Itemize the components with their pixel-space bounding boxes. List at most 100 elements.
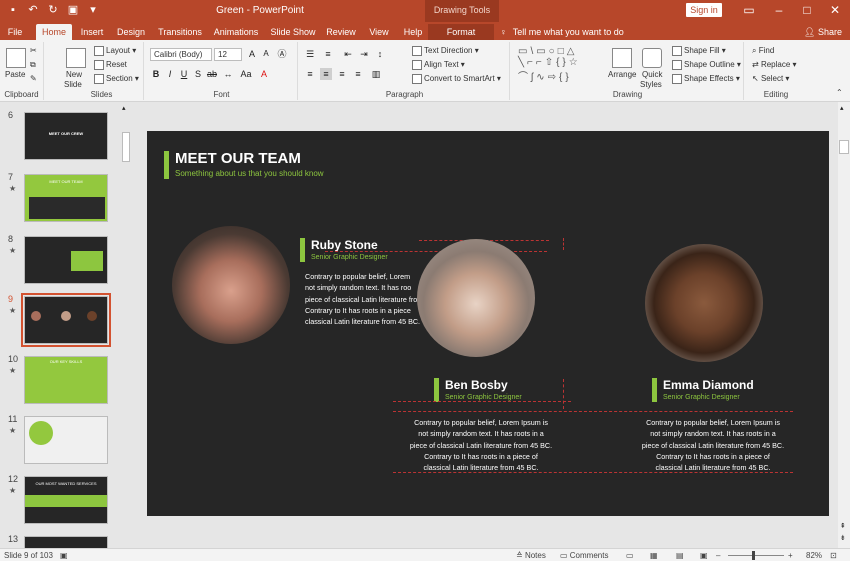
change-case-icon[interactable]: Aa <box>240 68 252 80</box>
collapse-ribbon-icon[interactable]: ⌃ <box>836 88 843 97</box>
maximize-icon[interactable]: □ <box>800 3 814 17</box>
new-slide-label-1[interactable]: New <box>66 70 82 79</box>
slide-scrollbar[interactable]: ▴ ⇞ ⇟ <box>838 102 850 548</box>
spellcheck-icon[interactable]: ▣ <box>60 551 68 560</box>
section-button[interactable]: Section ▾ <box>94 74 139 84</box>
slide-thumbnail[interactable] <box>24 236 108 284</box>
font-color-icon[interactable]: A <box>258 68 270 80</box>
previous-slide-icon[interactable]: ⇞ <box>840 522 846 530</box>
quick-styles-label-2[interactable]: Styles <box>640 80 662 89</box>
convert-smartart-button[interactable]: Convert to SmartArt ▾ <box>412 74 501 84</box>
tab-help[interactable]: Help <box>400 24 426 40</box>
tab-review[interactable]: Review <box>324 24 358 40</box>
slide-thumbnails-pane[interactable]: 6 MEET OUR CREW 7 ★ MEET OUR TEAM 8 ★ 9 … <box>0 102 134 548</box>
zoom-slider-thumb[interactable] <box>752 551 755 560</box>
decrease-indent-icon[interactable]: ⇤ <box>342 48 354 60</box>
font-size-select[interactable]: 12 <box>214 48 242 61</box>
zoom-level[interactable]: 82% <box>806 551 822 560</box>
normal-view-icon[interactable]: ▭ <box>626 551 634 560</box>
slide-thumbnail-selected[interactable] <box>21 293 111 347</box>
char-spacing-icon[interactable]: ↔ <box>222 68 234 80</box>
member-role[interactable]: Senior Graphic Designer <box>663 394 740 401</box>
slide-sorter-icon[interactable]: ▦ <box>650 551 658 560</box>
text-direction-button[interactable]: Text Direction ▾ <box>412 46 479 56</box>
select-button[interactable]: ↖ Select ▾ <box>752 74 789 83</box>
tab-format[interactable]: Format <box>428 24 494 40</box>
align-text-button[interactable]: Align Text ▾ <box>412 60 465 70</box>
format-painter-icon[interactable]: ✎ <box>30 74 37 83</box>
slide-title[interactable]: MEET OUR TEAM <box>175 150 301 167</box>
new-slide-label-2[interactable]: Slide <box>64 80 82 89</box>
quick-styles-icon[interactable] <box>642 48 662 68</box>
sign-in-button[interactable]: Sign in <box>686 3 722 17</box>
justify-icon[interactable]: ≡ <box>352 68 364 80</box>
tab-transitions[interactable]: Transitions <box>156 24 204 40</box>
align-left-icon[interactable]: ≡ <box>304 68 316 80</box>
team-photo-ruby[interactable] <box>172 226 290 344</box>
clear-format-icon[interactable]: Ⓐ <box>276 48 288 60</box>
tab-file[interactable]: File <box>4 24 26 40</box>
member-name[interactable]: Ben Bosby <box>445 378 508 392</box>
grow-font-icon[interactable]: A <box>246 48 258 60</box>
reading-view-icon[interactable]: ▤ <box>676 551 684 560</box>
zoom-out-icon[interactable]: – <box>716 551 720 560</box>
next-slide-icon[interactable]: ⇟ <box>840 534 846 542</box>
find-button[interactable]: ⌕ Find <box>752 46 774 56</box>
slide-thumbnail[interactable]: OUR KEY SKILLS <box>24 356 108 404</box>
slide-thumbnail[interactable]: OUR MOST WANTED SERVICES <box>24 476 108 524</box>
bold-icon[interactable]: B <box>150 68 162 80</box>
shadow-icon[interactable]: S <box>192 68 204 80</box>
shapes-gallery[interactable]: ▭\▭○□△ ╲⌐⌐⇧{}☆ ⌒ʃ∿⇨{} <box>518 46 581 83</box>
scrollbar-thumb[interactable] <box>122 132 130 162</box>
comments-button[interactable]: ▭ Comments <box>560 551 608 560</box>
tell-me-search[interactable]: ♀ Tell me what you want to do <box>500 24 624 40</box>
reset-button[interactable]: Reset <box>94 60 127 70</box>
minimize-icon[interactable]: – <box>772 3 786 17</box>
shape-outline-button[interactable]: Shape Outline ▾ <box>672 60 741 70</box>
line-spacing-icon[interactable]: ↕ <box>374 48 386 60</box>
font-family-select[interactable]: Calibri (Body) <box>150 48 212 61</box>
new-slide-icon[interactable] <box>66 48 86 68</box>
tab-view[interactable]: View <box>366 24 392 40</box>
increase-indent-icon[interactable]: ⇥ <box>358 48 370 60</box>
fit-slide-icon[interactable]: ⊡ <box>830 551 837 560</box>
member-bio[interactable]: Contrary to popular belief, Lorem Ipsum … <box>623 417 803 473</box>
zoom-in-icon[interactable]: + <box>788 551 793 560</box>
member-bio[interactable]: Contrary to popular belief, Lorem Ipsum … <box>385 417 577 473</box>
member-bio[interactable]: Contrary to popular belief, Lorem not si… <box>305 271 425 327</box>
bullets-icon[interactable]: ☰ <box>304 48 316 60</box>
slide-thumbnail[interactable]: MEET OUR TEAM <box>24 174 108 222</box>
member-name[interactable]: Emma Diamond <box>663 378 754 392</box>
zoom-slider[interactable] <box>728 555 784 556</box>
columns-icon[interactable]: ▥ <box>370 68 382 80</box>
team-photo-emma[interactable] <box>645 244 763 362</box>
align-center-icon[interactable]: ≡ <box>320 68 332 80</box>
share-button[interactable]: 👤︎ Share <box>804 24 842 40</box>
thumbnails-scrollbar[interactable]: ▴ <box>120 102 132 548</box>
tab-home[interactable]: Home <box>36 24 72 40</box>
numbering-icon[interactable]: ≡ <box>322 48 334 60</box>
tab-animations[interactable]: Animations <box>212 24 260 40</box>
tab-slide-show[interactable]: Slide Show <box>270 24 316 40</box>
copy-icon[interactable]: ⧉ <box>30 60 36 70</box>
underline-icon[interactable]: U <box>178 68 190 80</box>
shape-effects-button[interactable]: Shape Effects ▾ <box>672 74 740 84</box>
close-icon[interactable]: ✕ <box>828 3 842 17</box>
slide-subtitle[interactable]: Something about us that you should know <box>175 169 324 178</box>
member-role[interactable]: Senior Graphic Designer <box>311 254 388 261</box>
paste-icon[interactable] <box>6 48 26 68</box>
slideshow-view-icon[interactable]: ▣ <box>700 551 708 560</box>
replace-button[interactable]: ⇄ Replace ▾ <box>752 60 797 69</box>
quick-styles-label-1[interactable]: Quick <box>642 70 662 79</box>
align-right-icon[interactable]: ≡ <box>336 68 348 80</box>
team-photo-ben[interactable] <box>417 239 535 357</box>
scroll-up-icon[interactable]: ▴ <box>840 104 844 112</box>
strikethrough-icon[interactable]: ab <box>206 68 218 80</box>
slide-thumbnail[interactable] <box>24 536 108 548</box>
slide-canvas[interactable]: MEET OUR TEAM Something about us that yo… <box>147 131 829 516</box>
italic-icon[interactable]: I <box>164 68 176 80</box>
tab-insert[interactable]: Insert <box>76 24 108 40</box>
arrange-icon[interactable] <box>612 48 632 68</box>
cut-icon[interactable]: ✂ <box>30 46 37 55</box>
shape-fill-button[interactable]: Shape Fill ▾ <box>672 46 726 56</box>
